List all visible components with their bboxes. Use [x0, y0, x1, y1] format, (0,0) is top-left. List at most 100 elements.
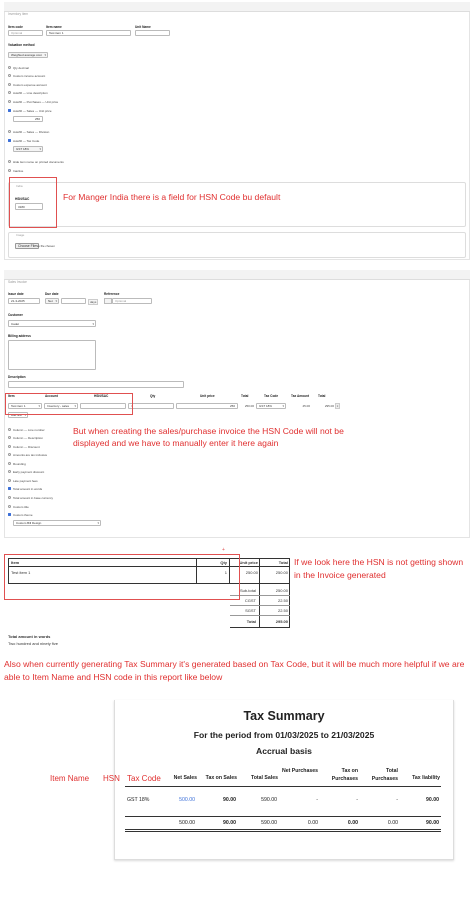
due-date-select[interactable]: Net	[45, 298, 59, 304]
customer-select[interactable]: Cadet	[8, 320, 96, 327]
sgst-value: 22.50	[277, 608, 288, 613]
option-label: Column — Description	[13, 435, 44, 440]
annotation-invoice-hsn: But when creating the sales/purchase inv…	[73, 426, 344, 448]
line-qty-input[interactable]: 1	[128, 403, 174, 409]
line-unit-price-input[interactable]: 250	[176, 403, 238, 409]
option-checkbox[interactable]	[8, 436, 11, 439]
total-label: Total	[246, 619, 256, 624]
words-value: Two hundred and ninety five	[8, 641, 59, 646]
totals-divider	[289, 584, 290, 628]
line-total: 250.00	[244, 404, 254, 408]
row-total-sales: 590.00	[261, 797, 277, 803]
option-label: Custom income account	[13, 73, 46, 78]
india-section	[8, 182, 466, 227]
printed-item-highlight-box	[4, 554, 240, 600]
option-label: Custom title	[13, 504, 29, 509]
issue-date-input[interactable]: 21-3-2025	[8, 298, 40, 304]
option-label: Total amount in base currency	[13, 495, 54, 500]
column-header: Total	[241, 394, 249, 398]
totals-divider	[230, 615, 290, 616]
line-total-with-tax: 295.00	[324, 404, 334, 408]
reference-label: Reference	[104, 292, 120, 296]
column-net-purchases: Net Purchases	[281, 768, 318, 774]
option-checkbox[interactable]	[8, 496, 11, 499]
invoice-form-title: Sales Invoice	[8, 280, 27, 284]
option-checkbox[interactable]	[8, 74, 11, 77]
option-checkbox[interactable]	[8, 487, 11, 490]
totals-rule-double	[125, 831, 441, 832]
annotation-printed-hsn: If we look here the HSN is not getting s…	[294, 557, 464, 580]
due-date-label: Due date	[45, 292, 59, 296]
custom-theme-select[interactable]: Custom Bill Design	[13, 520, 101, 526]
line-tax-amount: 45.00	[302, 404, 310, 408]
extra-column-hsn: HSN	[103, 774, 120, 783]
column-header: Unit price	[200, 394, 215, 398]
option-checkbox[interactable]	[8, 100, 11, 103]
option-label: Inactive	[13, 168, 24, 173]
column-header: Total	[318, 394, 326, 398]
cgst-value: 22.50	[277, 598, 288, 603]
total-net-purchases: 0.00	[307, 820, 318, 826]
option-label: Hide item name on printed documents	[13, 159, 64, 164]
tax-summary-title: Tax Summary	[243, 709, 325, 723]
sgst-label: SGST	[245, 608, 256, 613]
option-label: Autofill — Sales — Division	[13, 129, 50, 134]
issue-date-label: Issue date	[8, 292, 24, 296]
description-label: Description	[8, 375, 26, 379]
option-checkbox[interactable]	[8, 505, 11, 508]
option-checkbox[interactable]	[8, 91, 11, 94]
due-days-input[interactable]	[61, 298, 86, 304]
totals-divider	[259, 584, 260, 628]
annotation-tax-summary-request: Also when currently generating Tax Summa…	[4, 659, 465, 682]
option-checkbox[interactable]	[8, 109, 11, 112]
column-header: Qty	[150, 394, 156, 398]
option-checkbox[interactable]	[8, 83, 11, 86]
option-label: Qty decimal	[13, 65, 29, 70]
option-checkbox[interactable]	[8, 462, 11, 465]
row-tax-on-purchases: -	[356, 797, 358, 803]
item-name-label: Item name	[46, 25, 62, 29]
option-checkbox[interactable]	[8, 139, 11, 142]
unit-name-input[interactable]	[135, 30, 170, 36]
line-tax-code-select[interactable]: GST 18%	[256, 403, 286, 409]
column-tax-liability: Tax liability	[412, 775, 440, 781]
reference-input[interactable]: Optional	[112, 298, 152, 304]
option-checkbox[interactable]	[8, 160, 11, 163]
reference-toggle[interactable]	[104, 298, 112, 304]
option-checkbox[interactable]	[8, 169, 11, 172]
option-label: Autofill — Purchases — Unit price	[13, 99, 59, 104]
row-net-sales-link[interactable]: 500.00	[165, 797, 195, 803]
option-checkbox[interactable]	[8, 428, 11, 431]
item-name-input[interactable]: Test item 1	[46, 30, 131, 36]
option-checkbox[interactable]	[8, 479, 11, 482]
total-value: 295.00	[275, 619, 288, 624]
tax-summary-period: For the period from 01/03/2025 to 21/03/…	[193, 730, 375, 740]
customer-label: Customer	[8, 313, 23, 317]
option-checkbox[interactable]	[8, 66, 11, 69]
option-checkbox[interactable]	[8, 453, 11, 456]
option-label: Rounding	[13, 461, 26, 466]
description-input[interactable]	[8, 381, 184, 388]
item-code-input[interactable]: Optional	[8, 30, 43, 36]
annotation-hsn-field: For Manger India there is a field for HS…	[63, 192, 281, 202]
column-total-purchases: Total Purchases	[371, 768, 398, 782]
billing-label: Billing address	[8, 334, 31, 338]
row-tax-liability: 90.00	[426, 797, 439, 803]
option-checkbox[interactable]	[8, 470, 11, 473]
option-label: Column — Line number	[13, 427, 45, 432]
option-checkbox[interactable]	[8, 445, 11, 448]
item-form-header: Inventory item	[4, 2, 470, 16]
billing-address-textarea[interactable]	[8, 340, 96, 370]
option-label: Column — Discount	[13, 444, 40, 449]
option-checkbox[interactable]	[8, 513, 11, 516]
row-total-purchases: -	[396, 797, 398, 803]
valuation-select[interactable]: Weighted average cost	[8, 52, 48, 58]
tax-code-select[interactable]: GST 18%	[13, 146, 43, 152]
option-checkbox[interactable]	[8, 130, 11, 133]
total-tax-liability: 90.00	[426, 820, 439, 826]
item-code-label: Item code	[8, 25, 23, 29]
option-label: Autofill — Tax Code	[13, 138, 40, 143]
column-tax-on-sales: Tax on Sales	[205, 775, 237, 781]
remove-line-icon[interactable]: ×	[335, 403, 340, 409]
sales-unit-price-input[interactable]: 250	[13, 116, 43, 122]
